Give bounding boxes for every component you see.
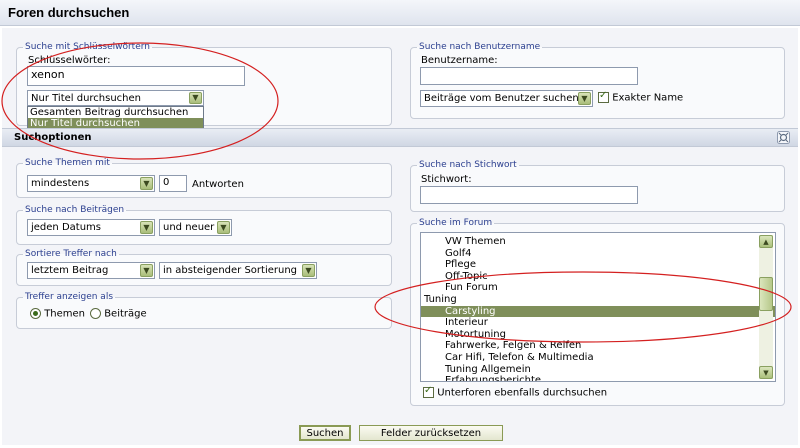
annotation-ellipse-carstyling xyxy=(374,271,792,343)
annotation-ellipse-keywords xyxy=(1,42,279,160)
annotation-overlay xyxy=(1,42,792,343)
